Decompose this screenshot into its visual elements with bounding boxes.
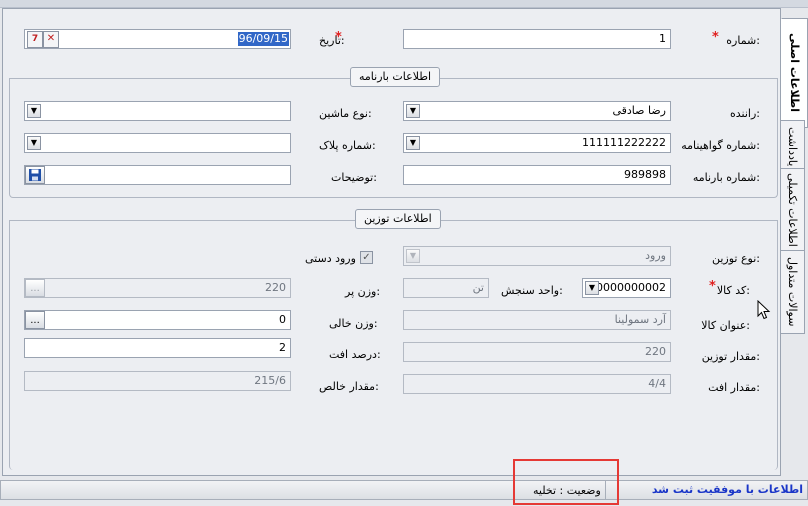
license-value: 111111222222: [582, 136, 666, 149]
waybill-group-title: اطلاعات بارنامه: [350, 67, 441, 87]
goods-code-value: 0000000002: [596, 281, 666, 294]
date-value: 96/09/15: [237, 32, 289, 46]
driver-select[interactable]: رضا صادقی ▼: [403, 101, 671, 121]
chevron-down-icon[interactable]: ▼: [27, 136, 41, 150]
unit-label: واحد سنجش:: [501, 284, 563, 297]
chevron-down-icon[interactable]: ▼: [406, 136, 420, 150]
net-amount-field[interactable]: 215/6: [24, 371, 291, 391]
chevron-down-icon[interactable]: ▼: [585, 281, 599, 295]
calendar-icon[interactable]: 7: [27, 31, 43, 48]
status-message-segment: اطلاعات با موفقیت ثبت شد: [605, 480, 808, 500]
plate-select[interactable]: ▼: [24, 133, 291, 153]
loss-percent-label: درصد افت:: [329, 348, 381, 361]
loss-amount-label: مقدار افت:: [708, 381, 760, 394]
tab-notes[interactable]: یادداشت: [781, 120, 805, 174]
goods-title-label: عنوان کالا:: [701, 319, 750, 332]
chevron-down-icon[interactable]: ▼: [27, 104, 41, 118]
number-field[interactable]: 1: [403, 29, 671, 49]
weighing-group-title: اطلاعات توزین: [355, 209, 441, 229]
manual-entry-checkbox[interactable]: ✓: [360, 251, 373, 264]
goods-code-label: کد کالا:: [716, 284, 750, 297]
net-amount-label: مقدار خالص:: [319, 380, 379, 393]
full-weight-lookup-button[interactable]: ...: [25, 279, 45, 297]
empty-weight-label: وزن خالی:: [329, 317, 378, 330]
status-bar: اطلاعات با موفقیت ثبت شد وضعیت : تخلیه: [0, 478, 808, 506]
weigh-amount-field[interactable]: 220: [403, 342, 671, 362]
date-field[interactable]: 7 ✕ 96/09/15: [24, 29, 291, 49]
loss-amount-field[interactable]: 4/4: [403, 374, 671, 394]
goods-title-field[interactable]: آرد سمولینا: [403, 310, 671, 330]
chevron-down-icon[interactable]: ▼: [406, 249, 420, 263]
unit-field[interactable]: تن: [403, 278, 489, 298]
tab-additional-info[interactable]: اطلاعات تکمیلی: [781, 168, 805, 252]
number-label: شماره:: [726, 34, 760, 47]
license-label: شماره گواهینامه:: [681, 139, 760, 152]
empty-weight-field[interactable]: 0: [24, 310, 291, 330]
waybill-number-field[interactable]: 989898: [403, 165, 671, 185]
weigh-type-value: ورود: [645, 249, 666, 262]
full-weight-label: وزن پر:: [345, 285, 381, 298]
main-panel: شماره: * 1 تاریخ: * 7 ✕ 96/09/15 اطلاعات…: [2, 8, 781, 476]
machine-type-label: نوع ماشین:: [319, 107, 372, 120]
clear-icon[interactable]: ✕: [43, 31, 59, 48]
full-weight-field[interactable]: 220: [24, 278, 291, 298]
date-required-star: *: [335, 30, 342, 45]
loss-percent-field[interactable]: 2: [24, 338, 291, 358]
highlight-box: [513, 459, 619, 505]
tab-faq[interactable]: سوالات متداول: [781, 250, 805, 334]
number-required-star: *: [712, 30, 719, 45]
goods-code-select[interactable]: 0000000002 ▼: [582, 278, 671, 298]
manual-entry-label: ورود دستی: [305, 252, 356, 265]
vertical-tab-strip: اطلاعات اصلی یادداشت اطلاعات تکمیلی سوال…: [781, 8, 808, 478]
description-label: توضیحات:: [331, 171, 377, 184]
waybill-number-label: شماره بارنامه:: [692, 171, 760, 184]
license-select[interactable]: 111111222222 ▼: [403, 133, 671, 153]
weigh-type-label: نوع توزین:: [711, 252, 760, 265]
weigh-type-select[interactable]: ورود ▼: [403, 246, 671, 266]
chevron-down-icon[interactable]: ▼: [406, 104, 420, 118]
machine-type-select[interactable]: ▼: [24, 101, 291, 121]
empty-weight-lookup-button[interactable]: ...: [25, 311, 45, 329]
goods-code-required-star: *: [709, 279, 716, 294]
driver-value: رضا صادقی: [612, 104, 666, 117]
save-icon[interactable]: [25, 166, 45, 184]
driver-label: راننده:: [729, 107, 760, 120]
description-field[interactable]: [24, 165, 291, 185]
mouse-cursor-icon: [757, 300, 771, 320]
top-strip: [0, 0, 808, 8]
weigh-amount-label: مقدار توزین:: [701, 350, 760, 363]
tab-main-info[interactable]: اطلاعات اصلی: [781, 18, 808, 128]
plate-label: شماره پلاک:: [319, 139, 376, 152]
status-message: اطلاعات با موفقیت ثبت شد: [651, 483, 803, 496]
